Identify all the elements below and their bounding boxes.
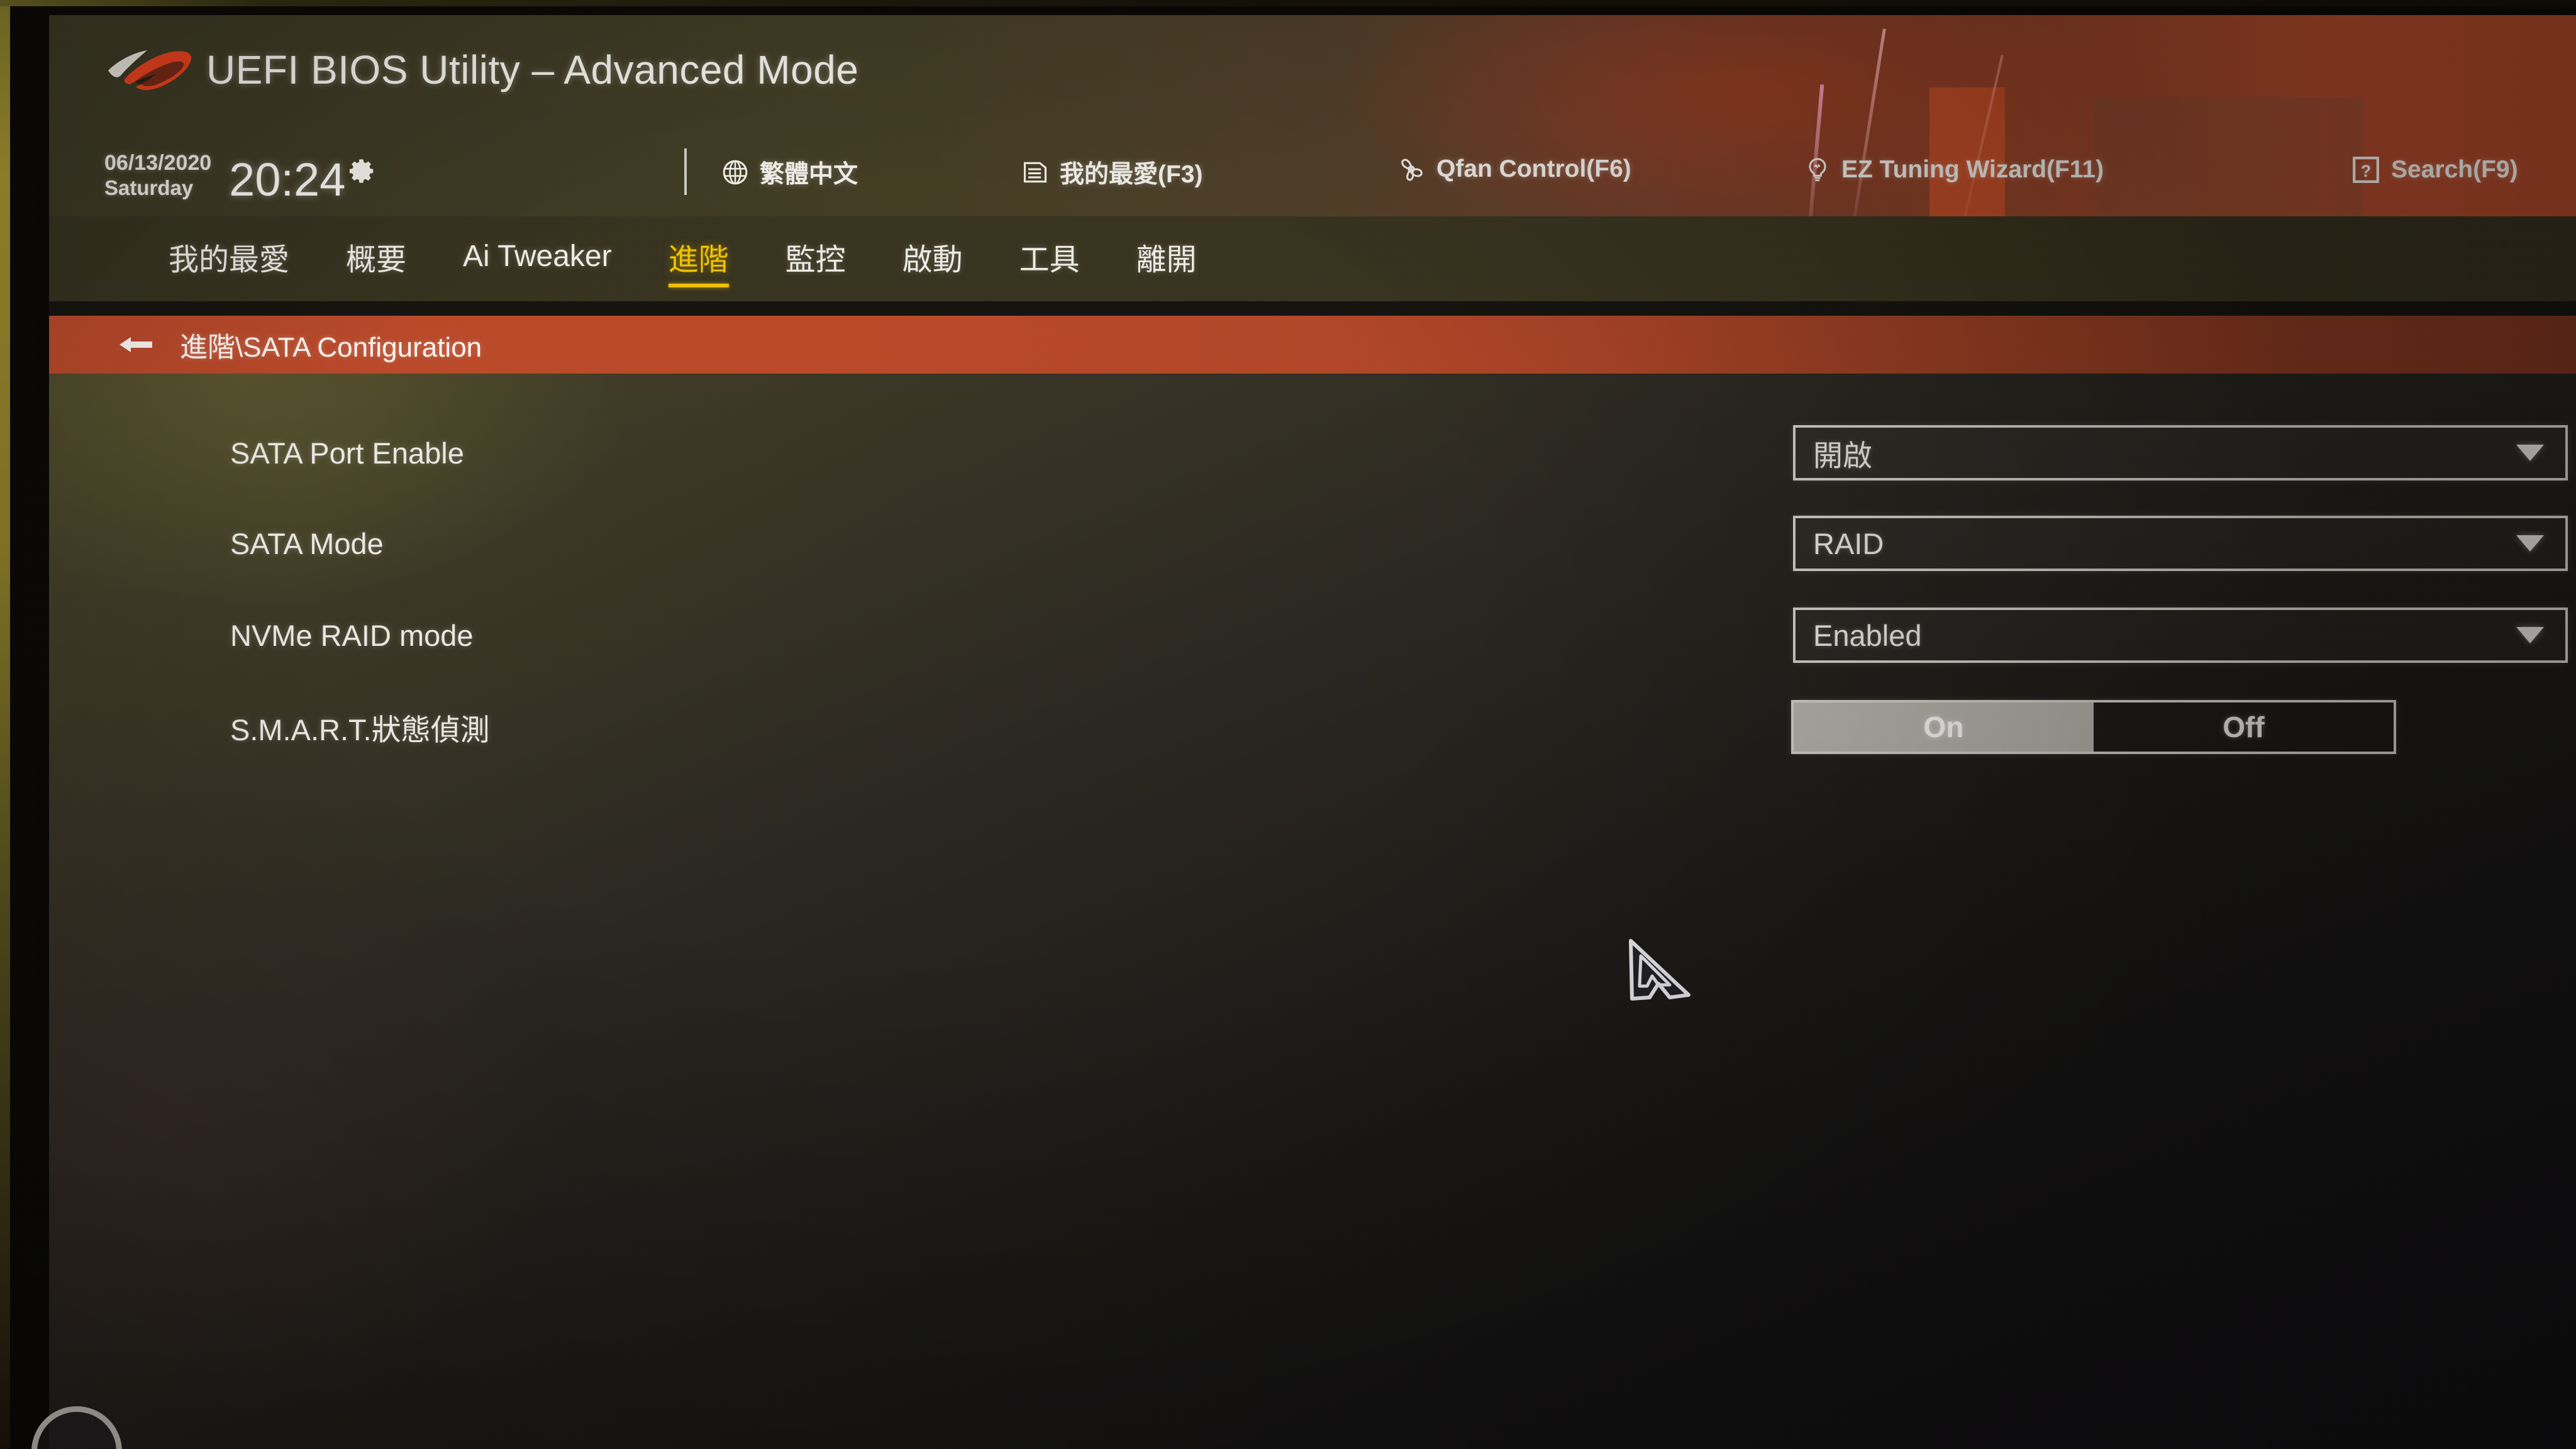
dropdown-nvme-raid-mode[interactable]: Enabled xyxy=(1793,608,2568,663)
tab-monitor[interactable]: 監控 xyxy=(786,235,846,284)
header-light-streak-2 xyxy=(1806,84,1824,216)
header-light-streak-1 xyxy=(1850,28,1886,216)
back-arrow-icon[interactable] xyxy=(118,333,153,356)
breadcrumb-path: 進階\SATA Configuration xyxy=(180,332,482,363)
dropdown-value-nvme-raid-mode: Enabled xyxy=(1813,618,1922,652)
current-time: 20:24 xyxy=(229,153,346,206)
tab-advanced[interactable]: 進階 xyxy=(668,235,729,287)
dropdown-sata-mode[interactable]: RAID xyxy=(1793,516,2568,571)
breadcrumb: 進階\SATA Configuration xyxy=(49,316,2576,374)
language-label: 繁體中文 xyxy=(760,161,858,188)
current-date: 06/13/2020 xyxy=(104,151,212,175)
setting-row-sata-port-enable: SATA Port Enable 開啟 xyxy=(49,423,2576,483)
date-time-display: 06/13/2020 Saturday 20:24 xyxy=(104,152,377,206)
tab-main[interactable]: 概要 xyxy=(346,235,406,284)
question-box-icon: ? xyxy=(2351,155,2381,185)
tab-ai-tweaker[interactable]: Ai Tweaker xyxy=(463,239,612,279)
setting-label-nvme-raid-mode: NVMe RAID mode xyxy=(230,618,474,652)
dropdown-value-sata-port-enable: 開啟 xyxy=(1813,438,1872,472)
settings-content-area: SATA Port Enable 開啟 SATA Mode RAID NVMe … xyxy=(49,374,2576,1449)
setting-label-sata-mode: SATA Mode xyxy=(230,526,384,560)
fan-icon xyxy=(1396,155,1426,184)
photo-top-edge-glow xyxy=(0,0,2576,6)
gear-icon[interactable] xyxy=(348,157,377,186)
svg-text:?: ? xyxy=(2361,162,2372,180)
setting-row-smart-status-check: S.M.A.R.T.狀態偵測 On Off xyxy=(49,697,2576,757)
header-divider xyxy=(684,148,687,195)
favorites-list-icon xyxy=(1021,158,1050,186)
rog-logo-icon xyxy=(108,50,192,91)
globe-icon xyxy=(721,158,750,187)
toggle-option-on[interactable]: On xyxy=(1794,702,2094,752)
qfan-control-label: Qfan Control(F6) xyxy=(1436,155,1631,182)
ez-tuning-wizard-button[interactable]: EZ Tuning Wizard(F11) xyxy=(1804,155,2104,185)
search-label: Search(F9) xyxy=(2391,156,2518,183)
dropdown-value-sata-mode: RAID xyxy=(1813,526,1884,560)
ez-tuning-wizard-label: EZ Tuning Wizard(F11) xyxy=(1841,156,2104,183)
current-weekday: Saturday xyxy=(104,176,194,199)
tab-list: 我的最愛 概要 Ai Tweaker 進階 監控 啟動 工具 離開 xyxy=(169,216,1253,301)
tab-tool[interactable]: 工具 xyxy=(1019,235,1080,284)
page-title: UEFI BIOS Utility – Advanced Mode xyxy=(206,47,859,92)
setting-label-sata-port-enable: SATA Port Enable xyxy=(230,436,464,470)
main-navigation-bar: 我的最愛 概要 Ai Tweaker 進階 監控 啟動 工具 離開 xyxy=(49,216,2576,301)
header-graphic-block-b xyxy=(2093,97,2363,216)
bios-screen: UEFI BIOS Utility – Advanced Mode 06/13/… xyxy=(49,15,2576,1449)
language-selector[interactable]: 繁體中文 xyxy=(721,155,858,190)
chevron-down-icon xyxy=(2516,445,2544,461)
header-graphic-block-a xyxy=(1929,87,2005,216)
my-favorites-label: 我的最愛(F3) xyxy=(1060,161,1203,188)
bios-screenshot-photo: UEFI BIOS Utility – Advanced Mode 06/13/… xyxy=(0,0,2576,1449)
toggle-smart-status-check[interactable]: On Off xyxy=(1791,700,2396,754)
toggle-option-off[interactable]: Off xyxy=(2094,702,2394,752)
chevron-down-icon xyxy=(2516,627,2544,643)
setting-row-sata-mode: SATA Mode RAID xyxy=(49,513,2576,574)
search-button[interactable]: ? Search(F9) xyxy=(2351,155,2518,185)
tab-my-favorites[interactable]: 我的最愛 xyxy=(169,235,289,284)
qfan-control-button[interactable]: Qfan Control(F6) xyxy=(1396,155,1631,184)
dropdown-sata-port-enable[interactable]: 開啟 xyxy=(1793,425,2568,480)
date-stack: 06/13/2020 Saturday xyxy=(104,152,211,202)
setting-label-smart-status-check: S.M.A.R.T.狀態偵測 xyxy=(230,713,490,747)
my-favorites-button[interactable]: 我的最愛(F3) xyxy=(1021,155,1203,190)
lightbulb-icon xyxy=(1804,155,1831,185)
bios-header: UEFI BIOS Utility – Advanced Mode 06/13/… xyxy=(49,15,2576,216)
photo-left-edge-glow xyxy=(0,0,10,1449)
tab-boot[interactable]: 啟動 xyxy=(902,235,963,284)
chevron-down-icon xyxy=(2516,535,2544,552)
tab-exit[interactable]: 離開 xyxy=(1136,235,1197,284)
setting-row-nvme-raid-mode: NVMe RAID mode Enabled xyxy=(49,605,2576,665)
